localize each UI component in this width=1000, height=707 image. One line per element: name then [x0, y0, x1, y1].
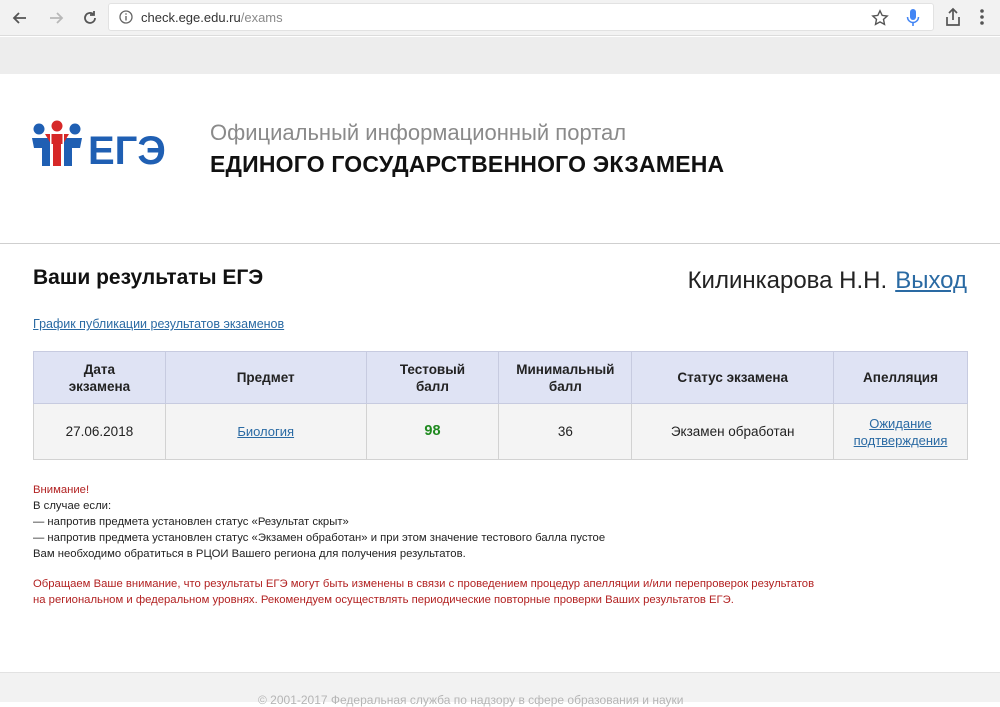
back-button[interactable] — [8, 6, 32, 30]
browser-toolbar: check.ege.edu.ru/exams — [0, 0, 1000, 36]
menu-icon[interactable] — [975, 6, 989, 28]
url-host: check.ege.edu.ru — [141, 10, 241, 25]
results-table: Дата экзамена Предмет Тестовый балл Минима… — [33, 351, 968, 460]
cell-appeal: Ожидание подтверждения — [833, 403, 968, 460]
logo-text: ЕГЭ — [88, 129, 166, 173]
info-icon[interactable] — [119, 10, 133, 24]
cell-status: Экзамен обработан — [631, 403, 835, 460]
header-subject: Предмет — [164, 351, 367, 404]
user-name: Килинкарова Н.Н. — [687, 267, 888, 294]
red-notice-line: Обращаем Ваше внимание, что результаты Е… — [33, 578, 815, 590]
page-title: Ваши результаты ЕГЭ — [33, 266, 264, 289]
logout-link[interactable]: Выход — [895, 267, 967, 294]
red-notice-block: Обращаем Ваше внимание, что результаты Е… — [33, 576, 814, 608]
ege-logo[interactable]: ЕГЭ — [30, 120, 170, 174]
appeal-link[interactable]: Ожидание подтверждения — [854, 416, 948, 448]
header-min-score-line2: балл — [548, 378, 582, 394]
back-arrow-icon — [12, 12, 26, 24]
portal-title: ЕДИНОГО ГОСУДАРСТВЕННОГО ЭКЗАМЕНА — [210, 151, 725, 177]
user-area: Килинкарова Н.Н. Выход — [688, 267, 967, 295]
notice-line: В случае если: — [33, 500, 112, 512]
reload-button[interactable] — [78, 6, 102, 30]
notice-block: Внимание! В случае если: — напротив пред… — [33, 482, 605, 562]
appeal-line2: подтверждения — [853, 432, 948, 448]
schedule-link[interactable]: График публикации результатов экзаменов — [33, 317, 284, 331]
header-status: Статус экзамена — [631, 351, 835, 404]
header-appeal: Апелляция — [833, 351, 968, 404]
notice-line: — напротив предмета установлен статус «Р… — [33, 516, 349, 528]
cell-subject: Биология — [164, 403, 367, 460]
ege-logo-icon: ЕГЭ — [32, 120, 166, 173]
header-score: Тестовый балл — [365, 351, 500, 404]
reload-icon — [84, 11, 96, 24]
cell-date: 27.06.2018 — [33, 403, 166, 460]
appeal-line1: Ожидание — [869, 415, 932, 431]
share-icon[interactable] — [942, 6, 964, 28]
notice-line: Вам необходимо обратиться в РЦОИ Вашего … — [33, 548, 466, 560]
mic-icon[interactable] — [905, 8, 921, 28]
header-min-score-line1: Минимальный — [516, 361, 615, 377]
forward-arrow-icon — [50, 12, 64, 24]
site-header: ЕГЭ Официальный информационный портал ЕД… — [0, 74, 1000, 244]
page-top-band — [0, 37, 1000, 74]
url-text[interactable]: check.ege.edu.ru/exams — [141, 10, 283, 25]
header-date-line2: экзамена — [68, 378, 131, 394]
subject-link[interactable]: Биология — [237, 424, 294, 439]
portal-subtitle: Официальный информационный портал — [210, 120, 627, 145]
forward-button[interactable] — [44, 6, 68, 30]
star-icon[interactable] — [871, 9, 889, 27]
address-bar[interactable]: check.ege.edu.ru/exams — [108, 3, 934, 31]
header-min-score: Минимальный балл — [498, 351, 633, 404]
header-score-line2: балл — [415, 378, 449, 394]
header-date: Дата экзамена — [33, 351, 166, 404]
footer-copyright: © 2001-2017 Федеральная служба по надзор… — [258, 693, 684, 707]
table-row: 27.06.2018 Биология 98 36 Экзамен обрабо… — [33, 403, 968, 460]
cell-score: 98 — [365, 403, 500, 460]
url-path: /exams — [240, 10, 283, 25]
cell-min-score: 36 — [498, 403, 633, 460]
notice-line: — напротив предмета установлен статус «Э… — [33, 532, 606, 544]
header-date-line1: Дата — [83, 361, 116, 377]
footer: © 2001-2017 Федеральная служба по надзор… — [0, 672, 1000, 707]
header-score-line1: Тестовый — [399, 361, 466, 377]
notice-warning: Внимание! — [33, 484, 90, 496]
table-header-row: Дата экзамена Предмет Тестовый балл Минима… — [33, 351, 968, 404]
red-notice-line: на региональном и федеральном уровнях. Р… — [33, 594, 734, 606]
